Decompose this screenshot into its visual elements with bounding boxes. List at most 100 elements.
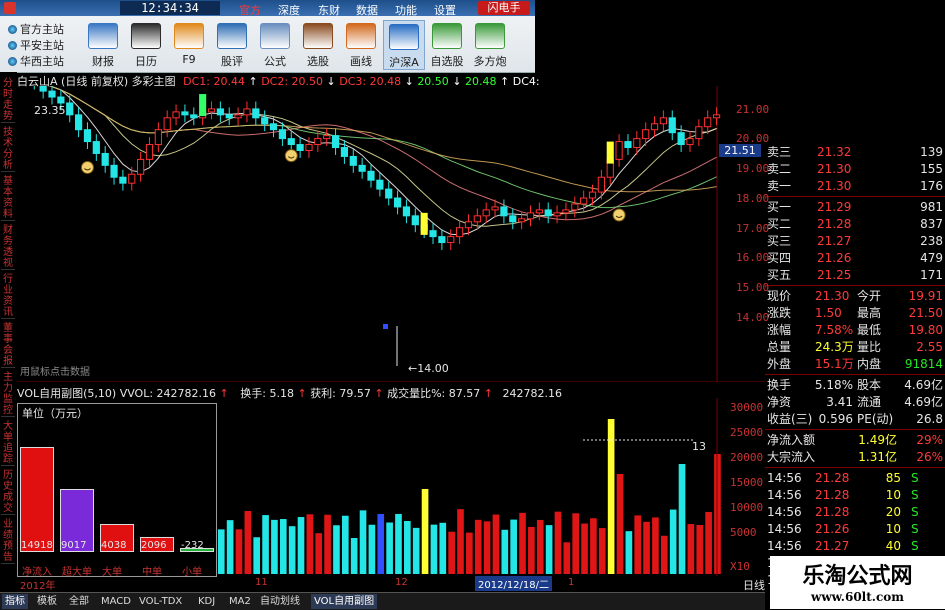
toolbar-draw-line-button[interactable]: 画线 — [340, 20, 382, 70]
volume-bar — [660, 535, 668, 574]
site-official[interactable]: 官方主站 — [8, 21, 64, 37]
period-tab[interactable]: 日线 — [719, 577, 765, 592]
quote-separator — [765, 285, 945, 286]
candle — [119, 169, 127, 191]
volume-bar — [652, 517, 659, 574]
left-tab-7[interactable]: 大单追踪 — [1, 421, 15, 466]
volume-bar — [386, 522, 393, 574]
toolbar-market-button[interactable]: 沪深A — [383, 20, 425, 70]
quote-cell: PE(动) — [857, 412, 894, 426]
left-tab-4[interactable]: 行业资讯 — [1, 274, 15, 319]
site-huaxi[interactable]: 华西主站 — [8, 53, 64, 69]
ask-row: 卖三 21.32 139 — [765, 144, 945, 160]
site-pingan[interactable]: 平安主站 — [8, 37, 64, 53]
volume-bar — [483, 521, 491, 574]
tick-row: 14:56 21.28 20 S — [765, 504, 945, 520]
toolbar-f9-button[interactable]: F9 — [168, 20, 210, 70]
menu-eastmoney[interactable]: 东财 — [318, 2, 340, 18]
tab-5[interactable]: KDJ — [195, 594, 218, 609]
left-tab-5[interactable]: 董事会报 — [1, 323, 15, 368]
quote-cell: 2.55 — [916, 340, 943, 354]
candle — [429, 223, 437, 245]
left-tab-6[interactable]: 主力监控 — [1, 372, 15, 417]
quote-cell: 4.69亿 — [904, 378, 943, 392]
quote-cell: 139 — [920, 145, 943, 159]
volume-bar — [519, 512, 526, 574]
bid-row: 买三 21.27 238 — [765, 233, 945, 249]
quote-cell: 21.26 — [817, 251, 852, 265]
volume-tick: 5000 — [730, 526, 757, 539]
watermark-url: www.60lt.com — [811, 590, 904, 604]
quote-cell: 现价 — [767, 289, 792, 303]
tab-8[interactable]: VOL自用副图 — [311, 594, 378, 609]
bid-row: 买五 21.25 171 — [765, 267, 945, 283]
candle — [402, 199, 411, 224]
menu-depth[interactable]: 深度 — [278, 2, 300, 18]
fund-flow-value: 9017 — [61, 540, 87, 551]
volume-bar — [696, 524, 704, 574]
left-tab-9[interactable]: 业绩预告 — [1, 519, 15, 564]
tab-6[interactable]: MA2 — [226, 594, 254, 609]
quote-cell: 内盘 — [857, 357, 882, 371]
fund-row: 净资 3.41 流通 4.69亿 — [765, 394, 945, 410]
toolbar-cannon-button[interactable]: 多方炮 — [469, 20, 511, 70]
candle — [712, 107, 721, 126]
menu-official[interactable]: 官方 — [239, 2, 261, 18]
candle — [597, 169, 605, 200]
candlestick-chart[interactable] — [17, 86, 765, 382]
tab-1[interactable]: 模板 — [34, 594, 60, 609]
high-price-label: 23.35 — [34, 104, 66, 117]
quote-cell: 21.50 — [908, 306, 943, 320]
candle — [269, 116, 278, 138]
quote-separator — [765, 467, 945, 468]
quote-cell: 981 — [920, 200, 943, 214]
toolbar-calendar-button[interactable]: 日历 — [125, 20, 167, 70]
volume-bar — [368, 524, 376, 574]
candle — [571, 196, 579, 218]
candle — [349, 149, 357, 173]
tab-7[interactable]: 自动划线 — [257, 594, 303, 609]
menu-settings[interactable]: 设置 — [434, 2, 456, 18]
toolbar-report-button[interactable]: 财报 — [82, 20, 124, 70]
left-tab-3[interactable]: 财务透视 — [1, 225, 15, 270]
left-tab-2[interactable]: 基本资料 — [1, 176, 15, 221]
menu-data[interactable]: 数据 — [356, 2, 378, 18]
flash-trade-button[interactable]: 闪电手 — [478, 1, 530, 15]
left-tab-1[interactable]: 技术分析 — [1, 127, 15, 172]
quote-cell: 21.28 — [815, 488, 850, 502]
quote-cell: 1.50 — [815, 306, 842, 320]
price-tick: 16.00 — [736, 251, 770, 265]
quote-cell: 7.58% — [815, 323, 854, 337]
quote-cell: 20 — [885, 505, 901, 519]
volume-bar — [262, 515, 269, 574]
review-icon — [217, 23, 247, 49]
tab-4[interactable]: VOL-TDX — [136, 594, 185, 609]
volume-bar — [412, 527, 420, 574]
quote-cell: 股本 — [857, 378, 882, 392]
toolbar-review-button[interactable]: 股评 — [211, 20, 253, 70]
candle — [137, 151, 145, 182]
volume-tick: 20000 — [730, 451, 764, 464]
tick-row: 14:56 21.26 10 S — [765, 521, 945, 537]
tick-row: 14:56 21.28 10 S — [765, 487, 945, 503]
toolbar-watchlist-button[interactable]: 自选股 — [426, 20, 468, 70]
tab-3[interactable]: MACD — [98, 594, 134, 609]
toolbar-formula-button[interactable]: 公式 — [254, 20, 296, 70]
candle — [340, 140, 349, 164]
left-tab-0[interactable]: 分时走势 — [1, 78, 15, 123]
highlight-candle — [420, 212, 428, 235]
quote-cell: 21.28 — [815, 505, 850, 519]
cannon-icon — [475, 23, 505, 49]
date-axis: 2012年 11 12 2012/12/18/二 1 — [17, 576, 717, 592]
bottom-tab-bar: 指标 模板 全部 MACD VOL-TDX KDJ MA2 自动划线 VOL自用副图 — [0, 592, 765, 610]
toolbar-select-stock-button[interactable]: 选股 — [297, 20, 339, 70]
candle — [190, 107, 198, 126]
candle — [438, 229, 446, 250]
menu-function[interactable]: 功能 — [395, 2, 417, 18]
quote-cell: 15.1万 — [815, 357, 854, 371]
left-tab-8[interactable]: 历史成交 — [1, 470, 15, 515]
volume-bar — [395, 513, 402, 574]
volume-bar — [687, 524, 695, 574]
tab-0[interactable]: 指标 — [2, 594, 28, 609]
tab-2[interactable]: 全部 — [66, 594, 92, 609]
